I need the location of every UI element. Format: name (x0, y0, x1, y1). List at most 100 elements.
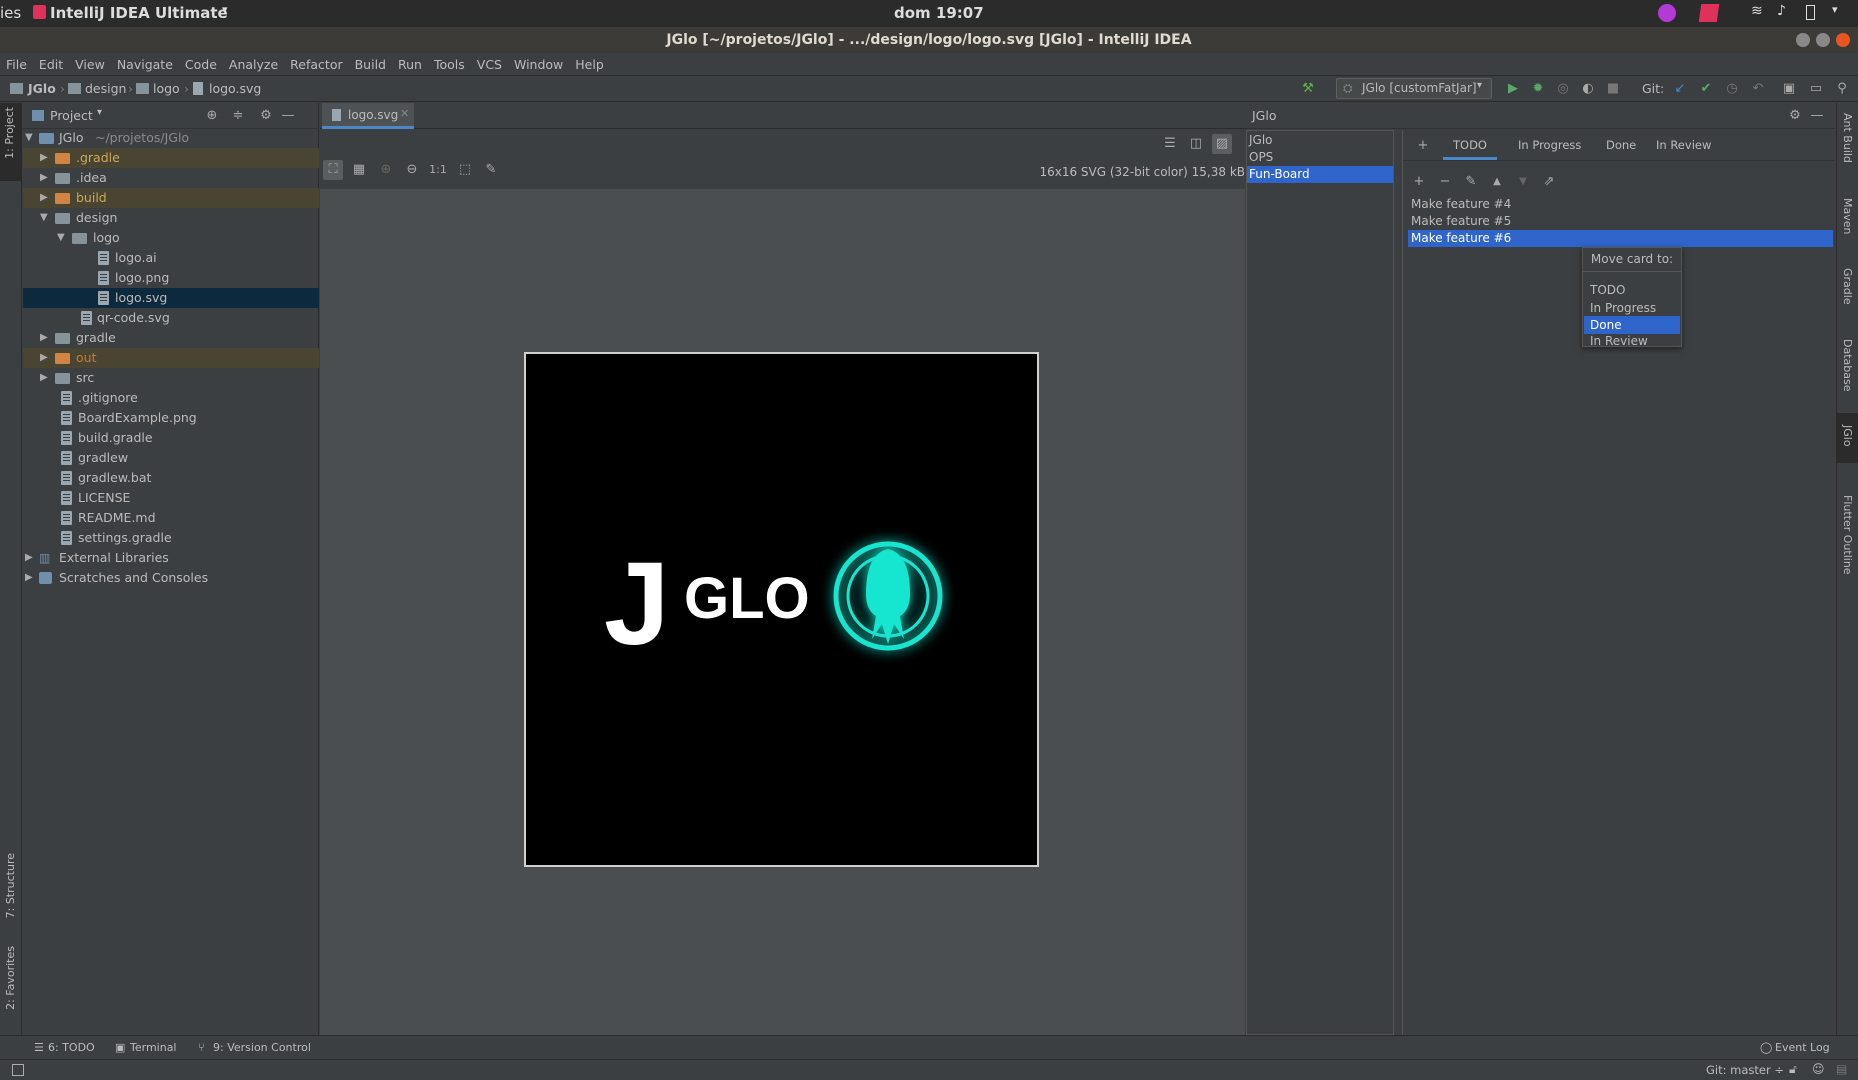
board-item[interactable]: JGlo (1247, 132, 1393, 149)
run-icon[interactable]: ▶ (1503, 79, 1523, 99)
git-update-icon[interactable]: ↙ (1670, 79, 1690, 99)
tab-todo[interactable]: TODO (1443, 130, 1497, 160)
gear-icon[interactable]: ⚙ (1785, 106, 1805, 126)
minimize-window-icon[interactable] (1796, 33, 1810, 47)
menu-navigate[interactable]: Navigate (111, 53, 179, 76)
project-tool-button[interactable]: 1: Project (0, 103, 21, 181)
popup-option-in-progress[interactable]: In Progress (1584, 299, 1680, 317)
memory-indicator-icon[interactable]: ▤ (1836, 1062, 1847, 1076)
tree-item-readme-md[interactable]: README.md (23, 508, 319, 528)
project-view-selector[interactable]: Project (50, 108, 93, 123)
menu-build[interactable]: Build (349, 53, 392, 76)
tree-item-gradle-cache[interactable]: ▶ .gradle (23, 148, 319, 168)
collapsed-arrow-icon[interactable]: ▶ (40, 168, 48, 188)
tree-item-gitignore[interactable]: .gitignore (23, 388, 319, 408)
volume-icon[interactable]: ♪ (1777, 3, 1786, 19)
open-external-icon[interactable]: ⇗ (1539, 172, 1559, 192)
board-item[interactable]: OPS (1247, 149, 1393, 166)
hide-panel-icon[interactable]: — (1807, 106, 1827, 126)
tree-item-design[interactable]: ▼ design (23, 208, 319, 228)
activities-label[interactable]: ies (0, 4, 21, 22)
collapsed-arrow-icon[interactable]: ▶ (40, 148, 48, 168)
breadcrumb-logo[interactable]: logo (153, 76, 180, 102)
tree-item-external-libraries[interactable]: ▶ ▥ External Libraries (23, 548, 319, 568)
flutter-outline-tool-label[interactable]: Flutter Outline (1841, 495, 1854, 575)
menu-run[interactable]: Run (392, 53, 428, 76)
show-chessboard-icon[interactable]: ⛶ (323, 160, 343, 180)
split-view-icon[interactable]: ◫ (1186, 134, 1206, 154)
menu-refactor[interactable]: Refactor (284, 53, 348, 76)
tab-done[interactable]: Done (1596, 130, 1646, 160)
system-menu-chevron-icon[interactable]: ▾ (1832, 3, 1838, 16)
popup-option-in-review[interactable]: In Review (1584, 334, 1680, 348)
clock[interactable]: dom 19:07 (894, 4, 984, 22)
tree-item-gradlew-bat[interactable]: gradlew.bat (23, 468, 319, 488)
run-coverage-icon[interactable]: ◎ (1553, 79, 1573, 99)
tree-item-scratches[interactable]: ▶ Scratches and Consoles (23, 568, 319, 588)
jetbrains-toolbox-tray-icon[interactable] (1698, 4, 1720, 22)
tree-item-out[interactable]: ▶ out (23, 348, 319, 368)
search-icon[interactable]: ⚲ (1832, 79, 1852, 99)
zoom-out-icon[interactable]: ⊖ (402, 160, 422, 180)
collapse-all-icon[interactable]: ≑ (228, 106, 248, 126)
tree-item-root[interactable]: ▼ JGlo ~/projetos/JGlo (23, 128, 319, 148)
hide-panel-icon[interactable]: — (278, 106, 298, 126)
tree-item-qr-code-svg[interactable]: qr-code.svg (23, 308, 319, 328)
card-item-selected[interactable]: Make feature #6 (1408, 230, 1833, 247)
collapsed-arrow-icon[interactable]: ▶ (25, 548, 33, 568)
tree-item-src[interactable]: ▶ src (23, 368, 319, 388)
tab-logo-svg[interactable]: logo.svg ✕ (322, 103, 414, 129)
remove-card-icon[interactable]: − (1435, 172, 1455, 192)
version-control-tool-button[interactable]: 9: Version Control (213, 1036, 311, 1060)
show-grid-icon[interactable]: ▦ (349, 160, 369, 180)
tree-item-gradle[interactable]: ▶ gradle (23, 328, 319, 348)
move-up-icon[interactable]: ▲ (1487, 172, 1507, 192)
collapsed-arrow-icon[interactable]: ▶ (25, 568, 33, 588)
board-item-selected[interactable]: Fun-Board (1247, 166, 1393, 183)
menu-window[interactable]: Window (508, 53, 569, 76)
app-menu-label[interactable]: IntelliJ IDEA Ultimate (50, 4, 228, 22)
git-history-icon[interactable]: ◷ (1722, 79, 1742, 99)
menu-view[interactable]: View (69, 53, 111, 76)
favorites-tool-label[interactable]: 2: Favorites (4, 946, 17, 1010)
lock-icon[interactable]: 🔓︎ (1789, 1062, 1797, 1077)
menu-tools[interactable]: Tools (428, 53, 471, 76)
tree-item-gradlew[interactable]: gradlew (23, 448, 319, 468)
gradle-tool-label[interactable]: Gradle (1841, 268, 1854, 305)
tree-item-logo-folder[interactable]: ▼ logo (23, 228, 319, 248)
stop-icon[interactable]: ■ (1603, 79, 1623, 99)
tree-item-idea[interactable]: ▶ .idea (23, 168, 319, 188)
jglo-tool-button[interactable]: JGlo (1837, 413, 1858, 463)
structure-tool-label[interactable]: 7: Structure (4, 853, 17, 918)
popup-option-todo[interactable]: TODO (1584, 281, 1680, 299)
tab-in-review[interactable]: In Review (1646, 130, 1721, 160)
tree-item-build[interactable]: ▶ build (23, 188, 319, 208)
menu-help[interactable]: Help (569, 53, 610, 76)
database-tool-label[interactable]: Database (1841, 339, 1854, 392)
chevron-down-icon[interactable]: ▾ (97, 107, 102, 118)
text-editor-view-icon[interactable]: ☰ (1160, 134, 1180, 154)
event-log-button[interactable]: Event Log (1775, 1036, 1830, 1060)
actual-size-button[interactable]: 1:1 (428, 160, 448, 180)
menu-analyze[interactable]: Analyze (223, 53, 284, 76)
collapsed-arrow-icon[interactable]: ▶ (40, 328, 48, 348)
ant-build-tool-label[interactable]: Ant Build (1841, 113, 1854, 163)
move-down-icon[interactable]: ▼ (1513, 172, 1533, 192)
zoom-in-icon[interactable]: ⊕ (376, 160, 396, 180)
close-window-icon[interactable] (1836, 33, 1850, 47)
card-item[interactable]: Make feature #5 (1408, 213, 1833, 230)
edit-card-icon[interactable]: ✎ (1461, 172, 1481, 192)
image-view-icon[interactable]: ▨ (1212, 134, 1232, 154)
color-picker-icon[interactable]: ✎ (481, 160, 501, 180)
locate-file-icon[interactable]: ⊕ (202, 106, 222, 126)
tree-item-logo-svg[interactable]: logo.svg (23, 288, 319, 308)
git-rollback-icon[interactable]: ↶ (1748, 79, 1768, 99)
app-menu-chevron-icon[interactable]: ▾ (222, 3, 228, 16)
expanded-arrow-icon[interactable]: ▼ (25, 128, 33, 148)
hector-icon[interactable]: ☺ (1812, 1062, 1825, 1076)
menu-file[interactable]: File (0, 53, 33, 76)
todo-tool-button[interactable]: 6: TODO (48, 1036, 95, 1060)
menu-code[interactable]: Code (179, 53, 223, 76)
tab-in-progress[interactable]: In Progress (1508, 130, 1591, 160)
debug-icon[interactable]: ✹ (1528, 79, 1548, 99)
